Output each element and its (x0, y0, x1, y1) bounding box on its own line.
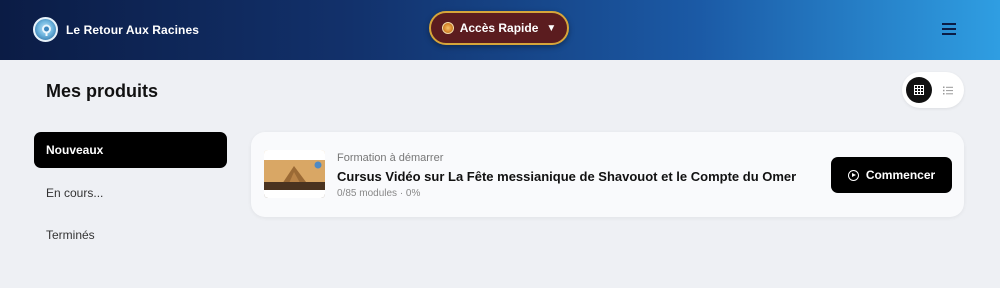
grid-view-button[interactable] (906, 77, 932, 103)
hamburger-icon[interactable] (940, 21, 958, 37)
start-button[interactable]: Commencer (831, 157, 952, 193)
sidebar-item-termines[interactable]: Terminés (34, 217, 227, 253)
sidebar-item-nouveaux[interactable]: Nouveaux (34, 132, 227, 168)
sidebar-item-en-cours[interactable]: En cours... (34, 175, 227, 211)
compass-icon (441, 22, 454, 34)
brand-logo-icon (33, 17, 58, 42)
list-icon (943, 86, 953, 94)
sidebar-item-label: En cours... (46, 186, 104, 200)
brand[interactable]: Le Retour Aux Racines (33, 17, 199, 42)
caret-down-icon: ▼ (546, 22, 557, 34)
grid-icon (914, 85, 924, 95)
start-button-label: Commencer (865, 168, 936, 182)
product-title[interactable]: Cursus Vidéo sur La Fête messianique de … (337, 169, 796, 184)
product-progress: 0/85 modules · 0% (337, 188, 421, 199)
top-header: Le Retour Aux Racines Accès Rapide ▼ (0, 0, 1000, 60)
list-view-button[interactable] (937, 77, 959, 103)
product-category: Formation à démarrer (337, 152, 444, 164)
view-toggle (902, 72, 964, 108)
brand-name: Le Retour Aux Racines (66, 22, 200, 37)
product-thumbnail (264, 150, 325, 198)
sidebar-item-label: Terminés (46, 228, 95, 242)
sidebar-item-label: Nouveaux (46, 143, 104, 157)
quick-access-button[interactable]: Accès Rapide ▼ (429, 11, 569, 45)
play-circle-icon (847, 169, 859, 181)
quick-access-label: Accès Rapide (459, 21, 539, 35)
product-card[interactable]: Formation à démarrer Cursus Vidéo sur La… (251, 132, 964, 217)
page-title: Mes produits (46, 81, 159, 101)
